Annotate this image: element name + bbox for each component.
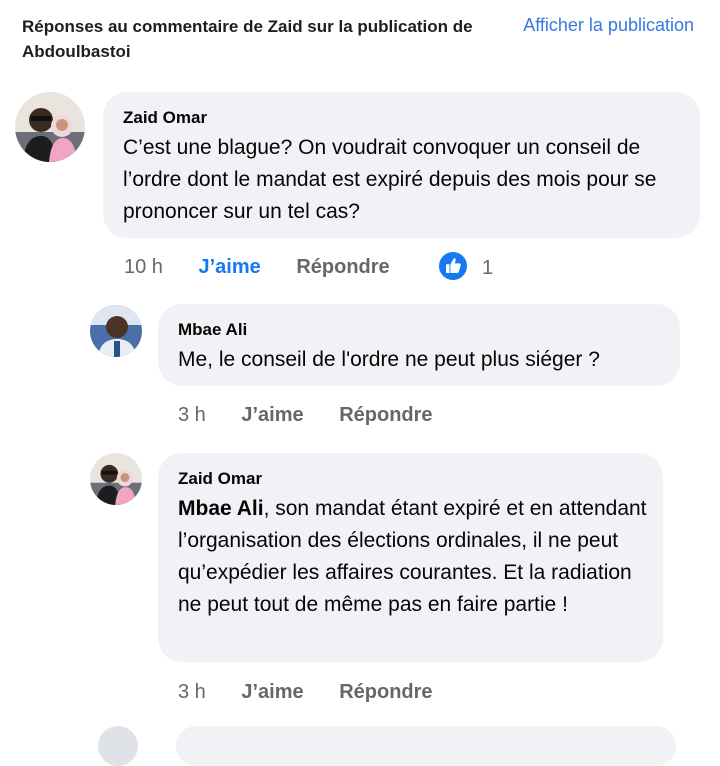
like-button[interactable]: J’aime [241, 681, 303, 703]
avatar[interactable] [98, 726, 138, 766]
profile-photo-icon [90, 305, 142, 357]
reply-button[interactable]: Répondre [296, 256, 389, 278]
header-title: Réponses au commentaire de Zaid sur la p… [22, 17, 473, 61]
comment-meta: 3 h J’aime Répondre [178, 681, 433, 704]
comment-meta: 10 h J’aime Répondre [124, 256, 390, 279]
mention-link[interactable]: Mbae Ali [178, 497, 264, 520]
comment-time: 3 h [178, 404, 206, 426]
thumbs-up-icon[interactable] [437, 250, 469, 282]
comment-author[interactable]: Zaid Omar [123, 108, 207, 128]
reply-button[interactable]: Répondre [339, 681, 432, 703]
avatar[interactable] [90, 453, 142, 505]
comment-bubble [176, 726, 676, 766]
profile-photo-icon [15, 92, 85, 162]
comment-time: 3 h [178, 681, 206, 703]
comment-meta: 3 h J’aime Répondre [178, 404, 433, 427]
comment-time: 10 h [124, 256, 163, 278]
reaction-count[interactable]: 1 [482, 257, 493, 280]
comment-bubble: Mbae Ali Me, le conseil de l'ordre ne pe… [158, 304, 680, 386]
comment-bubble: Zaid Omar Mbae Ali, son mandat étant exp… [158, 453, 663, 662]
like-button[interactable]: J’aime [241, 404, 303, 426]
comment-text: Mbae Ali, son mandat étant expiré et en … [178, 493, 648, 621]
avatar[interactable] [15, 92, 85, 162]
avatar[interactable] [90, 305, 142, 357]
comment-author[interactable]: Zaid Omar [178, 469, 262, 489]
show-post-link[interactable]: Afficher la publication [523, 15, 694, 36]
like-button[interactable]: J’aime [199, 256, 261, 278]
comment-bubble: Zaid Omar C’est une blague? On voudrait … [103, 92, 700, 238]
comment-text: Me, le conseil de l'ordre ne peut plus s… [178, 348, 600, 371]
comment-text: C’est une blague? On voudrait convoquer … [123, 136, 657, 223]
comment-author[interactable]: Mbae Ali [178, 320, 247, 340]
reply-button[interactable]: Répondre [339, 404, 432, 426]
profile-photo-icon [90, 453, 142, 505]
